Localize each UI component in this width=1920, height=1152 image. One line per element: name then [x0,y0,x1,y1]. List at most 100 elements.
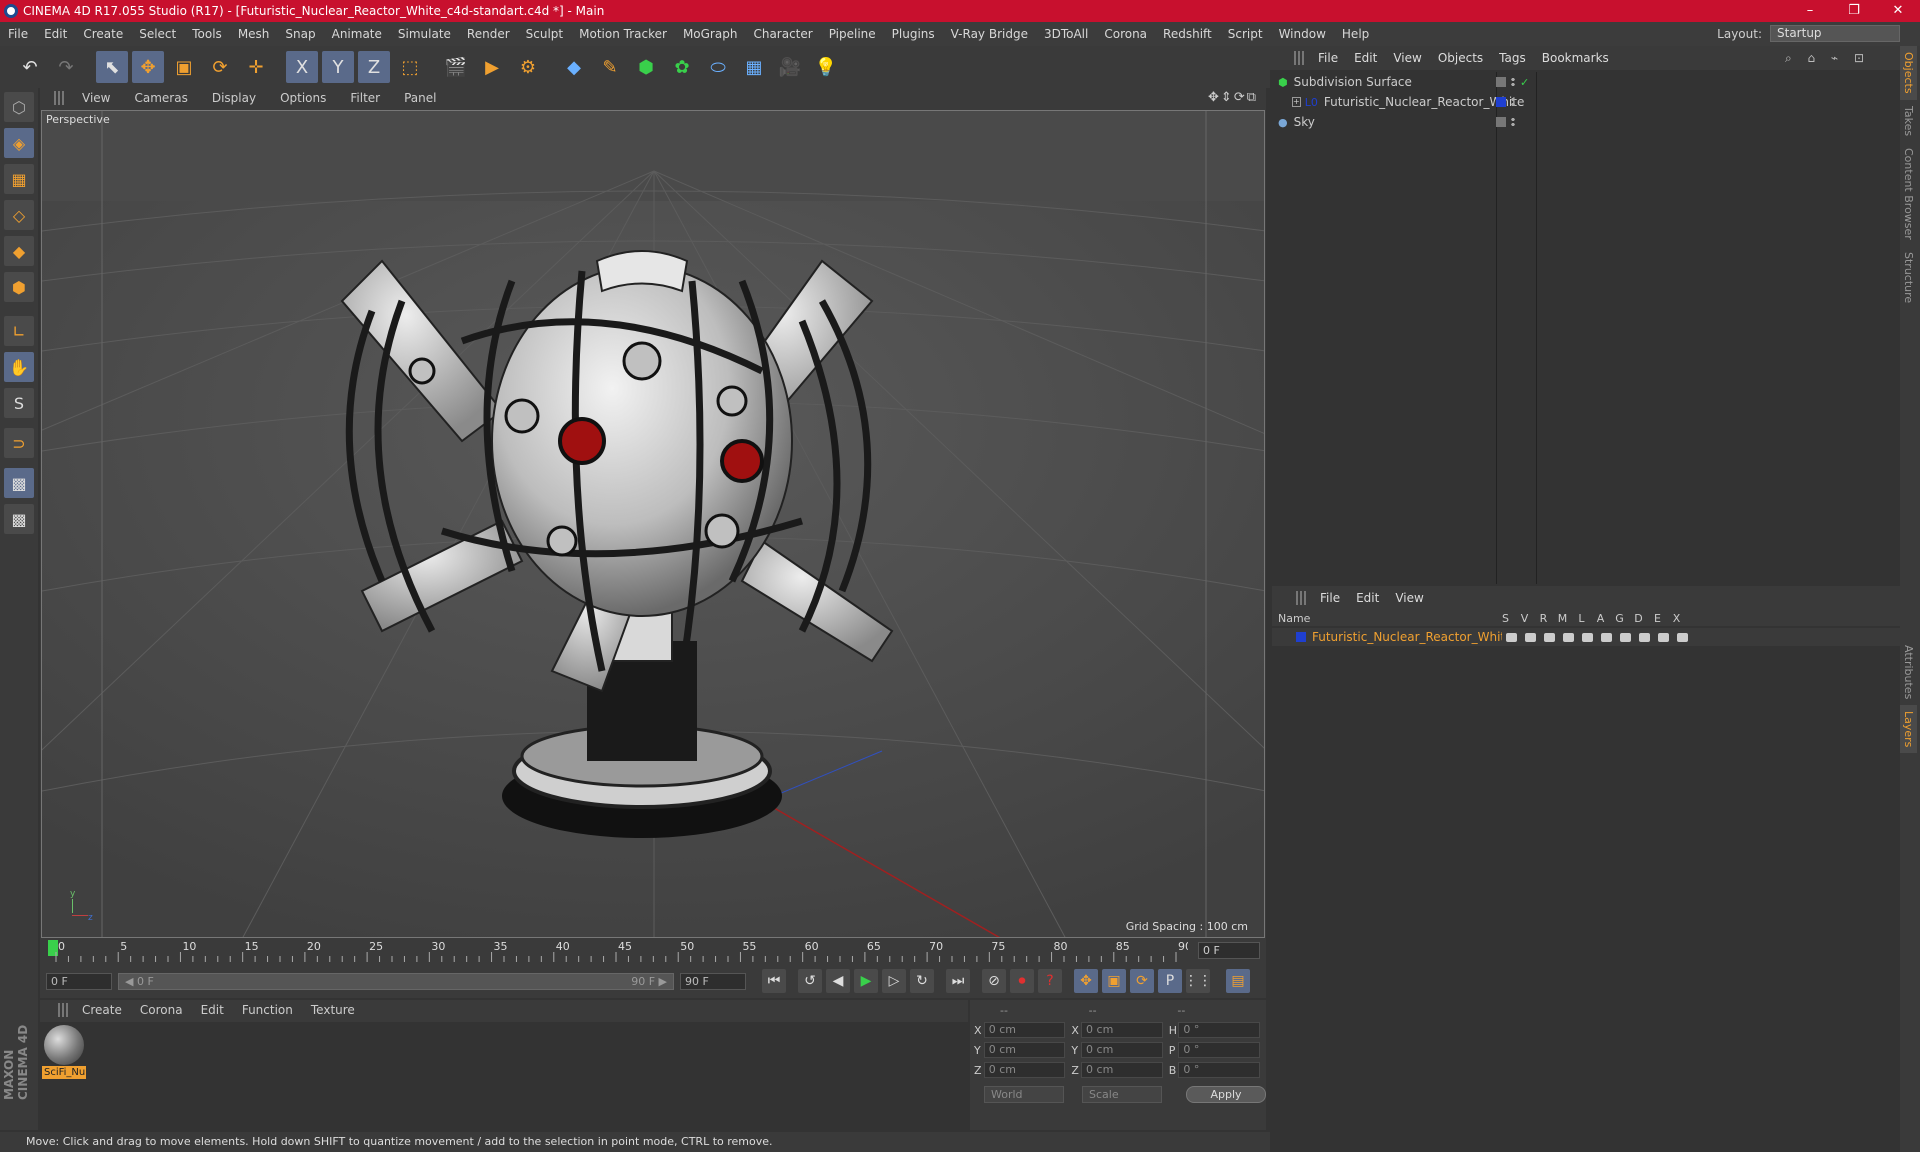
menu-animate[interactable]: Animate [324,27,390,41]
viewport-menu-options[interactable]: Options [268,91,338,105]
viewport-menu-panel[interactable]: Panel [392,91,448,105]
camera-icon[interactable]: 🎥 [774,51,806,83]
coordinate-system-icon[interactable]: ⬚ [394,51,426,83]
menu-sculpt[interactable]: Sculpt [518,27,571,41]
menu-edit[interactable]: Edit [36,27,75,41]
layer-column-r[interactable]: R [1534,612,1553,625]
end-frame-field[interactable]: 90 F [680,972,746,990]
go-to-start-icon[interactable]: ⏮ [762,969,786,993]
layer-expressions-toggle-icon[interactable] [1658,632,1669,642]
workplane-grid-icon[interactable]: ▩ [4,504,34,534]
layer-menu-file[interactable]: File [1312,591,1348,605]
side-tab-takes[interactable]: Takes [1900,100,1917,142]
rotate-tool-icon[interactable]: ⟳ [204,51,236,83]
menu-create[interactable]: Create [75,27,131,41]
z-axis-lock-button[interactable]: Z [358,51,390,83]
key-parameter-icon[interactable]: P [1158,969,1182,993]
side-tab-layers[interactable]: Layers [1900,705,1917,754]
material-menu-texture[interactable]: Texture [303,1003,365,1017]
record-keys-icon[interactable]: ⏺ [1010,969,1034,993]
x-axis-lock-button[interactable]: X [286,51,318,83]
close-button[interactable]: ✕ [1876,0,1920,22]
layer-locked-toggle-icon[interactable] [1582,632,1593,642]
menu-snap[interactable]: Snap [277,27,323,41]
viewport-menu-filter[interactable]: Filter [338,91,392,105]
timeline-ruler[interactable]: 0 5 10 15 20 25 30 35 40 45 50 55 60 65 70 75 80 85 90 0 F [40,938,1266,964]
side-tab-structure[interactable]: Structure [1900,246,1917,309]
visibility-dots-icon[interactable] [1510,117,1516,127]
render-to-picture-viewer-icon[interactable]: ▶ [476,51,508,83]
object-menu-bookmarks[interactable]: Bookmarks [1534,51,1617,65]
key-scale-icon[interactable]: ▣ [1102,969,1126,993]
material-menu-edit[interactable]: Edit [193,1003,234,1017]
layer-color-swatch[interactable] [1496,97,1506,107]
perspective-viewport[interactable]: Perspective Grid Spacing : 100 cm y z [41,110,1265,938]
layer-deformers-toggle-icon[interactable] [1639,632,1650,642]
rotation-value-field[interactable]: 0 ° [1178,1022,1261,1038]
redo-icon[interactable]: ↷ [50,51,82,83]
next-key-icon[interactable]: ↻ [910,969,934,993]
menu-file[interactable]: File [0,27,36,41]
layer-column-g[interactable]: G [1610,612,1629,625]
menu-select[interactable]: Select [131,27,184,41]
layer-color-swatch[interactable] [1296,632,1306,642]
object-menu-objects[interactable]: Objects [1430,51,1491,65]
apply-button[interactable]: Apply [1186,1086,1266,1103]
object-manager-tool-icons[interactable]: ⌕ ⌂ ⌁ ⊡ [1785,51,1870,66]
move-tool-icon[interactable]: ✥ [132,51,164,83]
position-value-field[interactable]: 0 cm [983,1062,1066,1078]
menu-mograph[interactable]: MoGraph [675,27,746,41]
menu-character[interactable]: Character [745,27,820,41]
side-tab-attributes[interactable]: Attributes [1900,639,1917,705]
texture-mode-icon[interactable]: ▦ [4,164,34,194]
layer-animation-toggle-icon[interactable] [1601,632,1612,642]
snap-icon[interactable]: ⊃ [4,428,34,458]
undo-icon[interactable]: ↶ [14,51,46,83]
visibility-dots-icon[interactable] [1510,97,1516,107]
material-menu-function[interactable]: Function [234,1003,303,1017]
start-frame-field[interactable]: 0 F [46,972,112,990]
position-value-field[interactable]: 0 cm [983,1042,1066,1058]
object-row[interactable]: ● Sky [1272,112,1900,132]
layer-column-l[interactable]: L [1572,612,1591,625]
size-value-field[interactable]: 0 cm [1081,1062,1163,1078]
previous-frame-icon[interactable]: ◀ [826,969,850,993]
autokey-help-icon[interactable]: ? [1038,969,1062,993]
menu-redshift[interactable]: Redshift [1155,27,1220,41]
viewport-menu-cameras[interactable]: Cameras [122,91,199,105]
layer-column-s[interactable]: S [1496,612,1515,625]
position-value-field[interactable]: 0 cm [983,1022,1066,1038]
menu-simulate[interactable]: Simulate [390,27,459,41]
timeline-window-icon[interactable]: ▤ [1226,969,1250,993]
object-menu-edit[interactable]: Edit [1346,51,1385,65]
side-tab-content-browser[interactable]: Content Browser [1900,142,1917,246]
menu-help[interactable]: Help [1334,27,1377,41]
lock-workplane-icon[interactable]: ▩ [4,468,34,498]
viewport-camera-label[interactable]: Perspective [46,113,110,126]
live-selection-icon[interactable]: ✛ [240,51,272,83]
material-menu-corona[interactable]: Corona [132,1003,193,1017]
layer-column-name[interactable]: Name [1272,612,1496,625]
current-frame-field[interactable]: 0 F [1198,942,1260,959]
y-axis-lock-button[interactable]: Y [322,51,354,83]
object-row[interactable]: ⬢ Subdivision Surface ✓ [1272,72,1900,92]
render-settings-icon[interactable]: ⚙ [512,51,544,83]
solo-mode-icon[interactable]: S [4,388,34,418]
maximize-button[interactable]: ❐ [1832,0,1876,22]
workplane-mode-icon[interactable]: ◇ [4,200,34,230]
layer-column-a[interactable]: A [1591,612,1610,625]
light-icon[interactable]: 💡 [810,51,842,83]
menu-corona[interactable]: Corona [1096,27,1155,41]
menu-3dtoall[interactable]: 3DToAll [1036,27,1096,41]
object-menu-view[interactable]: View [1385,51,1429,65]
make-editable-icon[interactable]: ⬡ [4,92,34,122]
key-position-icon[interactable]: ✥ [1074,969,1098,993]
subdivision-generator-icon[interactable]: ⬢ [630,51,662,83]
layer-color-swatch[interactable] [1496,117,1506,127]
point-mode-icon[interactable]: ◆ [4,236,34,266]
layout-dropdown[interactable]: Startup [1770,25,1900,42]
menu-tools[interactable]: Tools [184,27,230,41]
side-tab-objects[interactable]: Objects [1900,46,1917,100]
frame-range-slider[interactable]: ◀ 0 F 90 F ▶ [118,972,674,990]
menu-render[interactable]: Render [459,27,518,41]
